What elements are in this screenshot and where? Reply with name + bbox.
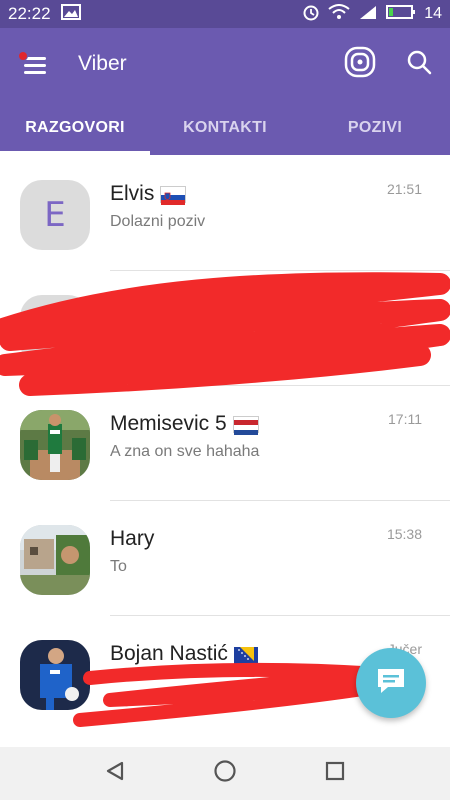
alarm-icon	[302, 3, 320, 26]
row-divider	[110, 500, 450, 501]
navigation-bar	[0, 747, 450, 800]
contact-name: Bojan Nastić	[110, 642, 260, 666]
contact-name: Memisevic 5	[110, 412, 259, 436]
avatar	[20, 640, 90, 710]
status-bar: 22:22 14	[0, 0, 450, 28]
conversation-row-hary[interactable]: Hary To 15:38	[0, 500, 450, 615]
app-title: Viber	[78, 52, 127, 75]
tab-razgovori[interactable]: RAZGOVORI	[0, 100, 150, 155]
status-time: 22:22	[8, 4, 51, 23]
avatar	[20, 525, 90, 595]
battery-level: 14	[424, 5, 442, 22]
contact-name: Hary	[110, 527, 154, 551]
message-preview: To	[110, 558, 127, 575]
compose-button[interactable]	[356, 648, 426, 718]
contact-name-text: Memisevic 5	[110, 412, 227, 435]
message-time: 15:38	[386, 526, 422, 542]
conversation-row-elvis[interactable]: E Elvis Dolazni poziv 21:51	[0, 155, 450, 270]
tab-kontakti[interactable]: KONTAKTI	[150, 100, 300, 155]
contact-name-text: Hary	[110, 527, 155, 550]
avatar-letter: E	[44, 195, 66, 235]
row-divider	[110, 270, 450, 271]
conversation-row-memisevic[interactable]: Memisevic 5 A zna on sve hahaha 17:11	[0, 385, 450, 500]
tab-bar: RAZGOVORI KONTAKTI POZIVI	[0, 100, 450, 155]
battery-icon	[386, 4, 416, 25]
avatar	[20, 410, 90, 480]
chat-bubble-icon	[374, 665, 408, 702]
signal-icon	[358, 4, 378, 25]
search-icon[interactable]	[406, 49, 432, 80]
notification-dot	[18, 51, 28, 61]
netherlands-flag-icon	[232, 415, 259, 435]
message-preview: Dolazni poziv	[110, 213, 206, 230]
message-time: 17:11	[388, 411, 422, 427]
contact-name-text: Elvis	[110, 182, 155, 205]
recents-icon[interactable]	[324, 760, 346, 787]
row-divider	[110, 385, 450, 386]
avatar	[20, 295, 90, 365]
menu-button[interactable]	[18, 51, 50, 76]
message-preview: A zna on sve hahaha	[110, 443, 260, 460]
wifi-icon	[328, 3, 350, 25]
slovenia-flag-icon	[160, 185, 187, 205]
row-divider	[110, 615, 450, 616]
app-bar: Viber	[0, 28, 450, 100]
message-time: 21:51	[386, 181, 422, 197]
tab-pozivi[interactable]: POZIVI	[300, 100, 450, 155]
contact-name: Elvis	[110, 182, 187, 206]
back-icon[interactable]	[104, 760, 126, 787]
avatar: E	[20, 180, 90, 250]
conversation-row-redacted[interactable]	[0, 270, 450, 385]
viber-out-icon[interactable]	[344, 46, 376, 83]
bosnia-flag-icon	[233, 646, 260, 664]
gallery-icon	[60, 3, 81, 25]
contact-name-text: Bojan Nastić	[110, 642, 228, 665]
home-icon[interactable]	[213, 759, 237, 788]
